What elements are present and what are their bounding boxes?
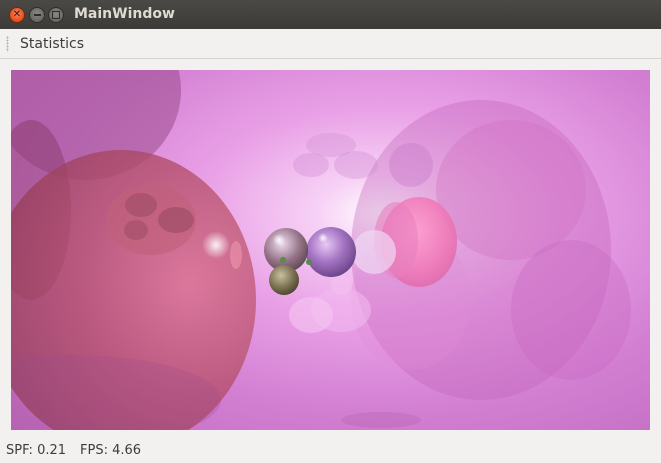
title-bar[interactable]: ✕ MainWindow [0, 0, 661, 29]
menu-bar: Statistics [0, 29, 661, 59]
toolbar-grip-icon[interactable] [6, 36, 9, 52]
close-icon: ✕ [12, 9, 22, 20]
spf-readout: SPF: 0.21 [6, 443, 67, 458]
close-window-button[interactable]: ✕ [9, 7, 25, 23]
minimize-window-button[interactable] [29, 7, 45, 23]
raytraced-scene [11, 70, 631, 430]
maximize-window-button[interactable] [48, 7, 64, 23]
render-viewport[interactable] [11, 70, 650, 430]
status-bar: SPF: 0.21 FPS: 4.66 [0, 438, 661, 463]
fps-readout: FPS: 4.66 [80, 443, 142, 458]
window-title: MainWindow [74, 6, 175, 22]
menu-statistics[interactable]: Statistics [14, 29, 90, 59]
main-window: ✕ MainWindow Statistics SPF: 0.21 FPS: 4… [0, 0, 661, 463]
